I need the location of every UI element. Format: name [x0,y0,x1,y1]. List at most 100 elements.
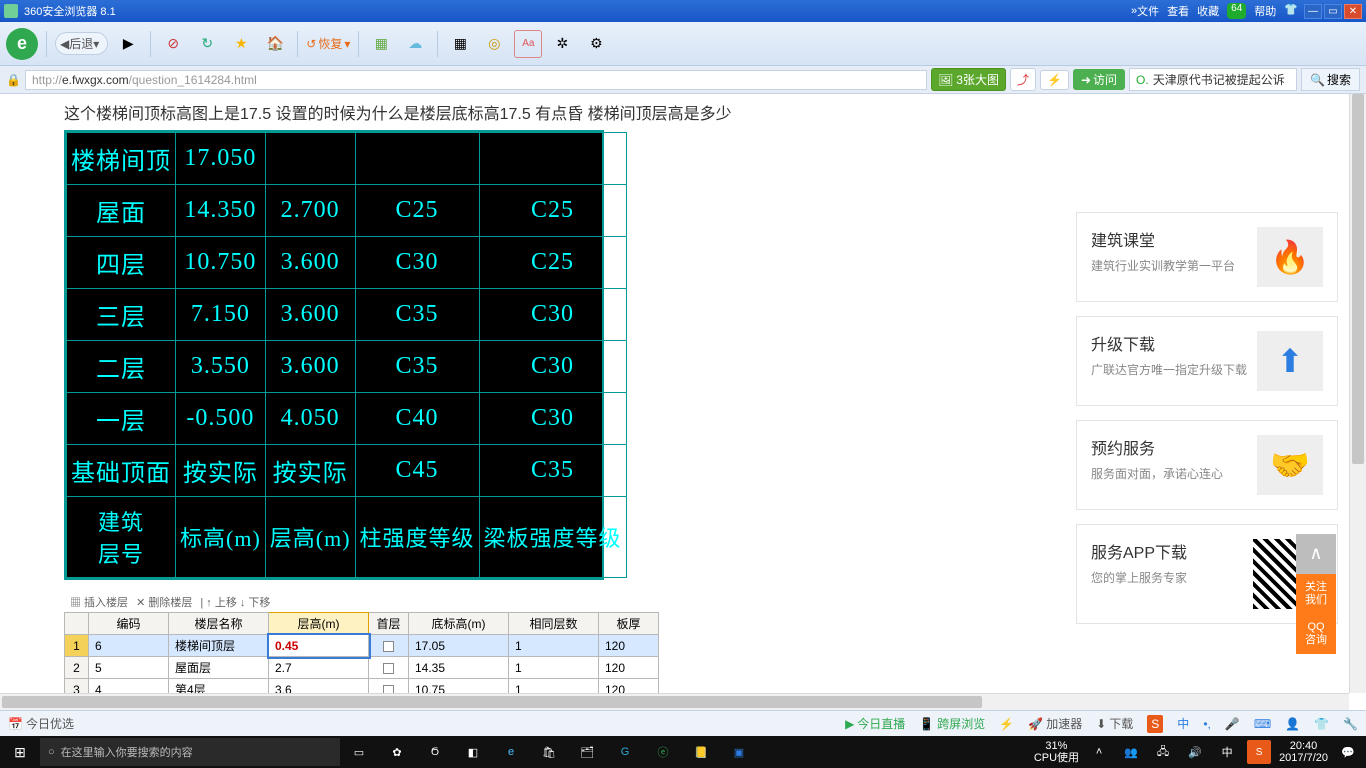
skin-icon[interactable]: 👕 [1284,3,1298,19]
cell[interactable]: 楼梯间顶层 [169,635,269,657]
cell[interactable]: 120 [599,679,659,694]
card-course[interactable]: 建筑课堂建筑行业实训教学第一平台 🔥 [1076,212,1338,302]
bolt-icon[interactable]: ⚡ [999,717,1014,731]
card-download[interactable]: 升级下载广联达官方唯一指定升级下载 ⬆ [1076,316,1338,406]
column-header[interactable]: 底标高(m) [409,613,509,635]
cell[interactable]: 2.7 [269,657,369,679]
app-explorer[interactable]: 🗂 [568,736,606,768]
qq-consult-button[interactable]: QQ 咨询 [1296,614,1336,654]
taskbar-search[interactable]: ○ 在这里输入你要搜索的内容 [40,738,340,766]
cell[interactable]: 17.05 [409,635,509,657]
menu-view[interactable]: 查看 [1167,3,1189,19]
cell[interactable] [369,679,409,694]
cell[interactable]: 3.6 [269,679,369,694]
cell[interactable]: 1 [509,679,599,694]
share-button[interactable]: ⤴ [1010,68,1036,91]
close-button[interactable]: ✕ [1344,4,1362,19]
today-picks[interactable]: 📅今日优选 [8,715,74,732]
fx-icon[interactable]: ✲ [548,30,576,58]
taskbar-clock[interactable]: 20:40 2017/7/20 [1279,740,1328,764]
cloud-icon[interactable]: ☁ [401,30,429,58]
mic-icon[interactable]: 🎤 [1225,717,1240,731]
tray-people-icon[interactable]: 👥 [1119,740,1143,764]
start-button[interactable]: ⊞ [0,736,40,768]
cell[interactable]: 6 [89,635,169,657]
cell[interactable]: 120 [599,635,659,657]
menu-favorites[interactable]: 收藏 [1197,3,1219,19]
cell[interactable]: 120 [599,657,659,679]
lightning-button[interactable]: ⚡ [1040,70,1069,90]
search-button[interactable]: 🔍 搜索 [1301,68,1360,91]
minimize-button[interactable]: — [1304,4,1322,19]
back-button[interactable]: ◀ 后退 ▾ [55,32,108,55]
column-header[interactable]: 板厚 [599,613,659,635]
cell[interactable] [369,657,409,679]
taskview-icon[interactable]: ▭ [340,736,378,768]
star-icon[interactable]: ★ [227,30,255,58]
cell[interactable]: 14.35 [409,657,509,679]
grid-icon[interactable]: ▦ [446,30,474,58]
keyboard-icon[interactable]: ⌨ [1254,717,1271,731]
gear-icon[interactable]: ⚙ [582,30,610,58]
wrench-icon[interactable]: 🔧 [1343,717,1358,731]
address-input[interactable]: http://e.fwxgx.com/question_1614284.html [25,70,927,90]
tray-vol-icon[interactable]: 🔊 [1183,740,1207,764]
forward-button[interactable]: ▶ [114,30,142,58]
action-center-icon[interactable]: 💬 [1336,740,1360,764]
menu-help[interactable]: 帮助 [1254,3,1276,19]
app-blue[interactable]: ▣ [720,736,758,768]
app-edge[interactable]: e [492,736,530,768]
column-header[interactable]: 相同层数 [509,613,599,635]
checkbox[interactable] [383,663,394,674]
cell[interactable]: 1 [509,657,599,679]
cell[interactable]: 5 [89,657,169,679]
maximize-button[interactable]: ▭ [1324,4,1342,19]
cell[interactable]: 10.75 [409,679,509,694]
stop-icon[interactable]: ⊘ [159,30,187,58]
cell[interactable]: 4 [89,679,169,694]
punct-indicator[interactable]: •, [1203,717,1211,731]
zh-indicator[interactable]: 中 [1177,715,1189,732]
tray-up-icon[interactable]: ˄ [1087,740,1111,764]
checkbox[interactable] [383,685,394,693]
accelerator[interactable]: 🚀加速器 [1028,715,1082,732]
column-header[interactable]: 编码 [89,613,169,635]
back-to-top-button[interactable]: ∧ [1296,534,1336,574]
home-icon[interactable]: 🏠 [261,30,289,58]
table-row[interactable]: 34第4层3.610.751120 [65,679,659,694]
cell[interactable] [369,635,409,657]
tray-sogou[interactable]: S [1247,740,1271,764]
card-reserve[interactable]: 预约服务服务面对面，承诺心连心 🤝 [1076,420,1338,510]
person-icon[interactable]: 👤 [1285,717,1300,731]
column-header[interactable]: 层高(m) [269,613,369,635]
tray-ime-zh[interactable]: 中 [1215,740,1239,764]
app-note[interactable]: 📒 [682,736,720,768]
cell[interactable]: 0.45 [269,635,369,657]
horizontal-scrollbar[interactable] [0,693,1349,710]
tray-net-icon[interactable]: 🖧 [1151,740,1175,764]
big-image-button[interactable]: 🖼 3张大图 [931,68,1006,91]
restore-button[interactable]: ↺ 恢复 ▾ [306,35,350,52]
download-mgr[interactable]: ⬇下载 [1096,715,1133,732]
cell[interactable]: 第4层 [169,679,269,694]
cell[interactable]: 1 [509,635,599,657]
wallet-icon[interactable]: ▦ [367,30,395,58]
cross-screen[interactable]: 📱跨屏浏览 [919,715,985,732]
table-row[interactable]: 16楼梯间顶层0.4517.051120 [65,635,659,657]
aa-icon[interactable]: Aa [514,30,542,58]
follow-us-button[interactable]: 关注 我们 [1296,574,1336,614]
go-button[interactable]: ➜ 访问 [1073,69,1125,90]
column-header[interactable]: 楼层名称 [169,613,269,635]
app-3[interactable]: ◧ [454,736,492,768]
column-header[interactable]: 首层 [369,613,409,635]
table-row[interactable]: 25屋面层2.714.351120 [65,657,659,679]
ime-indicator[interactable]: S [1147,715,1163,733]
live-today[interactable]: ▶今日直播 [845,715,905,732]
vertical-scrollbar[interactable] [1349,94,1366,693]
search-input[interactable]: O. 天津原代书记被提起公诉 [1129,68,1297,91]
app-store[interactable]: 🛍 [530,736,568,768]
cpu-meter[interactable]: 31% CPU使用 [1034,740,1079,764]
app-g[interactable]: G [606,736,644,768]
coin-icon[interactable]: ◎ [480,30,508,58]
menu-file[interactable]: 文件 [1137,3,1159,19]
